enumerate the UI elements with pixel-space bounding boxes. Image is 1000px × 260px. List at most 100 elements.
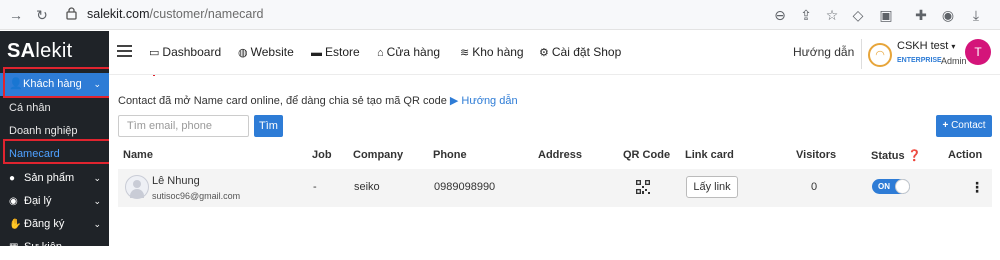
status-toggle[interactable]: ON <box>872 179 910 194</box>
contact-company: seiko <box>354 181 380 193</box>
search-button[interactable]: Tìm <box>254 115 283 137</box>
toggle-knob <box>895 179 910 194</box>
nav-estore[interactable]: ▬ Estore <box>311 45 360 59</box>
nav-cai-dat-shop[interactable]: ⚙ Cài đặt Shop <box>539 45 621 59</box>
sidebar-item-su-kien[interactable]: ▦ Sự kiện <box>0 235 109 259</box>
column-header-action: Action <box>948 149 983 161</box>
url-path: /customer/namecard <box>149 7 264 21</box>
handshake-icon: ✋ <box>9 219 22 230</box>
download-box-icon[interactable]: ▣ <box>876 5 896 25</box>
column-header-visitors: Visitors <box>796 149 837 161</box>
sidebar-subitem-ca-nhan[interactable]: Cá nhân <box>9 102 51 114</box>
nav-label: Cửa hàng <box>386 45 441 59</box>
user-menu[interactable]: CSKH test ▾ <box>897 40 955 52</box>
avatar[interactable]: T <box>965 39 991 65</box>
status-header-label: Status <box>871 150 905 162</box>
contact-email: sutisoc96@gmail.com <box>152 191 241 201</box>
address-bar[interactable]: salekit.com/customer/namecard <box>87 7 263 21</box>
column-header-link-card: Link card <box>685 149 734 161</box>
hamburger-menu-icon[interactable] <box>117 45 132 60</box>
add-contact-label: Contact <box>951 120 986 131</box>
user-name: CSKH test <box>897 40 949 52</box>
nav-cua-hang[interactable]: ⌂ Cửa hàng <box>377 45 440 59</box>
column-header-status: Status ❓ <box>871 149 921 162</box>
main-content: Contact đã mở Name card online, để dàng … <box>109 76 1000 246</box>
sidebar-item-dang-ky[interactable]: ✋ Đăng ký ⌄ <box>0 212 109 236</box>
profile-icon[interactable]: ◉ <box>938 5 958 25</box>
column-header-qr-code: QR Code <box>623 149 671 161</box>
url-host: salekit.com <box>87 7 150 21</box>
add-contact-button[interactable]: + Contact <box>936 115 992 137</box>
nav-label: Cài đặt Shop <box>551 45 622 59</box>
nav-dashboard[interactable]: ▭ Dashboard <box>149 45 221 59</box>
column-header-name: Name <box>123 149 153 161</box>
nav-label: Dashboard <box>162 45 222 59</box>
gear-icon: ⚙ <box>539 47 549 59</box>
share-icon[interactable]: ⇪ <box>796 5 816 25</box>
contact-name: Lê Nhung <box>152 175 200 187</box>
chevron-down-icon: ⌄ <box>93 219 101 229</box>
sidebar-subitem-doanh-nghiep[interactable]: Doanh nghiệp <box>9 125 78 137</box>
sidebar-item-san-pham[interactable]: ● Sản phẩm ⌄ <box>0 166 109 190</box>
sidebar-item-dai-ly[interactable]: ◉ Đại lý ⌄ <box>0 189 109 213</box>
globe-icon: ◍ <box>238 47 248 59</box>
logo-suffix: lekit <box>35 40 73 62</box>
bookmark-star-icon[interactable]: ☆ <box>822 5 842 25</box>
sidebar-item-label: Đại lý <box>24 195 52 207</box>
status-toggle-label: ON <box>878 182 890 191</box>
shop-icon: ⌂ <box>377 47 384 59</box>
contact-visitors: 0 <box>811 181 818 193</box>
column-header-phone: Phone <box>433 149 467 161</box>
reload-icon[interactable]: ↻ <box>32 5 52 25</box>
top-navbar: ▭ Dashboard ◍ Website ▬ Estore ⌂ Cửa hàng ≋ K… <box>109 31 1000 75</box>
chevron-down-icon: ⌄ <box>93 196 101 206</box>
intro-guide-link[interactable]: ▶ Hướng dẫn <box>450 95 518 107</box>
extensions-icon[interactable]: ✚ <box>911 5 931 25</box>
product-icon: ● <box>9 173 16 184</box>
chevron-down-icon: ⌄ <box>93 173 101 183</box>
sidebar-item-label: Sản phẩm <box>24 172 75 184</box>
contact-avatar <box>125 175 149 199</box>
logo[interactable]: SAlekit <box>7 40 72 63</box>
sidebar-item-label: Sự kiện <box>24 241 62 253</box>
shop-badge-icon: ◠ <box>868 43 892 67</box>
search-input[interactable] <box>118 115 249 137</box>
get-link-button[interactable]: Lấy link <box>686 176 738 198</box>
shield-icon[interactable]: ◇ <box>848 5 868 25</box>
nav-kho-hang[interactable]: ≋ Kho hàng <box>460 45 524 59</box>
contact-job: - <box>313 181 317 193</box>
intro-text: Contact đã mở Name card online, để dàng … <box>118 94 518 107</box>
zoom-icon[interactable]: ⊖ <box>770 5 790 25</box>
column-header-company: Company <box>353 149 404 161</box>
column-header-job: Job <box>312 149 332 161</box>
nav-label: Estore <box>325 45 360 59</box>
divider <box>861 39 862 69</box>
browser-toolbar: → ↻ salekit.com/customer/namecard ⊖ ⇪ ☆ … <box>0 0 1000 30</box>
nav-label: Website <box>250 45 294 59</box>
nav-label: Kho hàng <box>472 45 524 59</box>
qr-code-icon[interactable] <box>636 180 650 194</box>
agent-icon: ◉ <box>9 196 18 207</box>
sidebar-item-label: Đăng ký <box>24 218 65 230</box>
logo-prefix: SA <box>7 40 36 62</box>
guide-link[interactable]: Hướng dẫn <box>793 45 854 59</box>
user-role: Admin <box>941 56 967 66</box>
plan-badge: ENTERPRISE <box>897 57 942 64</box>
table-row: Lê Nhung sutisoc96@gmail.com - seiko 098… <box>118 169 992 207</box>
highlight-box-namecard <box>3 139 123 164</box>
help-icon[interactable]: ❓ <box>908 150 922 162</box>
column-header-address: Address <box>538 149 583 161</box>
caret-down-icon: ▾ <box>951 42 956 51</box>
monitor-icon: ▭ <box>149 47 160 59</box>
back-arrow-icon[interactable]: → <box>6 5 26 25</box>
event-icon: ▦ <box>9 242 19 253</box>
more-actions-icon[interactable]: ⋮ <box>970 179 984 196</box>
store-icon: ▬ <box>311 47 322 59</box>
download-icon[interactable]: ⤓ <box>966 5 986 25</box>
layers-icon: ≋ <box>460 47 470 59</box>
nav-website[interactable]: ◍ Website <box>238 45 294 59</box>
contact-phone: 0989098990 <box>434 181 496 193</box>
intro-link-label: Hướng dẫn <box>461 95 518 107</box>
lock-icon <box>66 7 77 20</box>
intro-description: Contact đã mở Name card online, để dàng … <box>118 95 447 107</box>
